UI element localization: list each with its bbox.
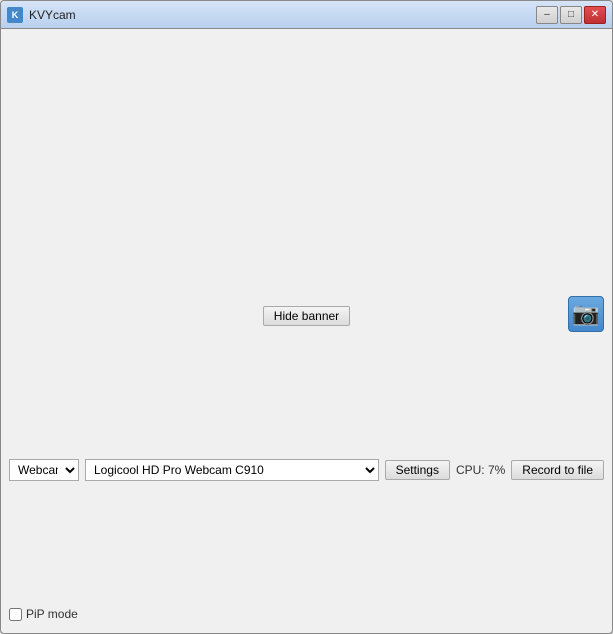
cpu-usage-label: CPU: 7% [456, 463, 505, 477]
settings-button[interactable]: Settings [385, 460, 450, 480]
minimize-button[interactable]: – [536, 6, 558, 24]
record-to-file-button[interactable]: Record to file [511, 460, 604, 480]
window-title: KVYcam [29, 8, 76, 22]
close-button[interactable]: ✕ [584, 6, 606, 24]
source-type-dropdown[interactable]: Webcam [9, 459, 79, 481]
camera-icon: 📷 [572, 301, 599, 327]
video-wrapper: Do you have a problem with KVYcam? Some … [9, 37, 604, 296]
camera-snapshot-button[interactable]: 📷 [568, 296, 604, 332]
content-area: Do you have a problem with KVYcam? Some … [1, 29, 612, 633]
pip-row: PiP mode [9, 605, 604, 625]
camera-icon-area: 📷 [568, 296, 604, 332]
pip-checkbox[interactable] [9, 608, 22, 621]
title-buttons: – □ ✕ [536, 6, 606, 24]
camera-device-dropdown[interactable]: Logicool HD Pro Webcam C910 [85, 459, 379, 481]
app-icon: K [7, 7, 23, 23]
title-bar: K KVYcam – □ ✕ [1, 1, 612, 29]
hide-banner-row: Hide banner [9, 302, 604, 330]
hide-banner-button[interactable]: Hide banner [263, 306, 350, 326]
controls-section: 📷 Webcam Logicool HD Pro Webcam C910 Set… [9, 340, 604, 599]
title-bar-left: K KVYcam [7, 7, 76, 23]
main-window: K KVYcam – □ ✕ [0, 0, 613, 634]
maximize-button[interactable]: □ [560, 6, 582, 24]
pip-label: PiP mode [26, 607, 78, 621]
